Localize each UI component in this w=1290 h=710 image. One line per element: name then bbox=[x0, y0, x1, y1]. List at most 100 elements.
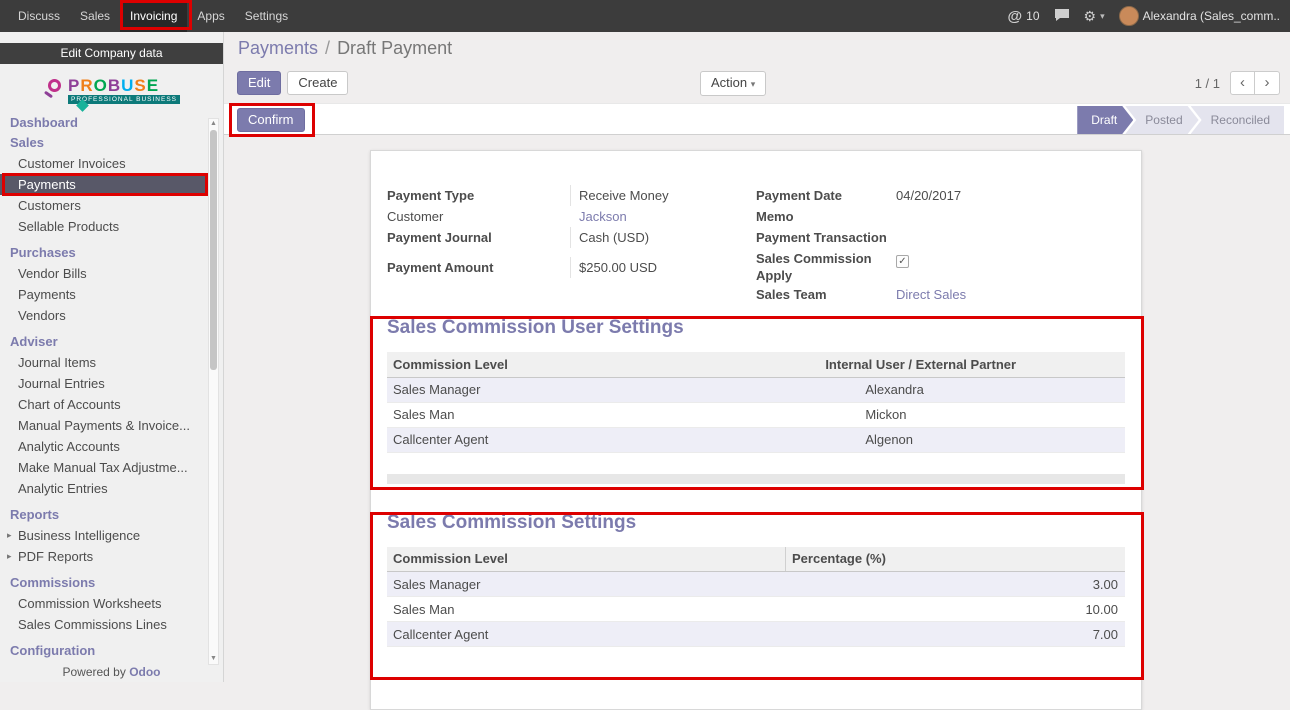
pager: 1 / 1 ‹ › bbox=[1195, 71, 1280, 95]
cell-user: Algenon bbox=[859, 427, 1125, 452]
expand-arrow-icon[interactable]: ▸ bbox=[7, 546, 12, 567]
label-payment-transaction: Payment Transaction bbox=[756, 227, 896, 248]
sidebar-item-vendor-bills[interactable]: Vendor Bills bbox=[0, 263, 210, 284]
commission-settings-row-2[interactable]: Sales Man 10.00 bbox=[387, 597, 1125, 622]
expand-arrow-icon[interactable]: ▸ bbox=[7, 525, 12, 546]
powered-by: Powered by Odoo bbox=[0, 665, 223, 679]
activity-at-icon: @ bbox=[1008, 8, 1023, 25]
odoo-link[interactable]: Odoo bbox=[129, 665, 160, 679]
breadcrumb-payments[interactable]: Payments bbox=[238, 38, 318, 59]
label-memo: Memo bbox=[756, 206, 896, 227]
column-header-commission-level: Commission Level bbox=[387, 547, 786, 572]
scroll-down-icon[interactable]: ▼ bbox=[209, 654, 218, 664]
user-settings-row-2[interactable]: Sales Man Mickon bbox=[387, 402, 1125, 427]
table-footer-strip bbox=[387, 474, 1125, 484]
sidebar-header-purchases: Purchases bbox=[0, 243, 223, 263]
value-payment-journal: Cash (USD) bbox=[570, 227, 756, 248]
sidebar-item-label: PDF Reports bbox=[18, 549, 93, 564]
sidebar-menu: Dashboard Sales Customer Invoices Paymen… bbox=[0, 113, 223, 661]
user-name: Alexandra (Sales_comm.. bbox=[1143, 9, 1280, 23]
cell-percentage: 7.00 bbox=[786, 622, 1125, 647]
control-panel: Edit Create Action ▾ 1 / 1 ‹ › bbox=[224, 65, 1290, 103]
activity-count: 10 bbox=[1026, 9, 1039, 23]
label-payment-journal: Payment Journal bbox=[387, 227, 570, 248]
commission-settings-row-1[interactable]: Sales Manager 3.00 bbox=[387, 572, 1125, 597]
edit-company-data-button[interactable]: Edit Company data bbox=[0, 43, 223, 64]
user-settings-row-3[interactable]: Callcenter Agent Algenon bbox=[387, 427, 1125, 452]
action-dropdown[interactable]: Action ▾ bbox=[700, 71, 766, 96]
cell-percentage: 3.00 bbox=[786, 572, 1125, 597]
label-payment-amount: Payment Amount bbox=[387, 257, 570, 278]
sidebar-item-analytic-accounts[interactable]: Analytic Accounts bbox=[0, 436, 210, 457]
cell-level: Sales Man bbox=[387, 402, 859, 427]
value-sales-team-link[interactable]: Direct Sales bbox=[896, 287, 966, 302]
menu-apps[interactable]: Apps bbox=[187, 0, 234, 32]
main-content: Payments / Draft Payment Edit Create Act… bbox=[224, 32, 1290, 682]
value-payment-amount: $250.00 USD bbox=[570, 257, 756, 278]
sidebar-item-business-intelligence[interactable]: ▸Business Intelligence bbox=[0, 525, 210, 546]
label-customer: Customer bbox=[387, 206, 570, 227]
chevron-down-icon: ▾ bbox=[1100, 11, 1105, 22]
value-customer-link[interactable]: Jackson bbox=[579, 209, 627, 224]
sidebar-header-configuration: Configuration bbox=[0, 641, 223, 661]
column-header-commission-level: Commission Level bbox=[387, 352, 859, 377]
sidebar-header-commissions: Commissions bbox=[0, 573, 223, 593]
sidebar-item-sales-commissions-lines[interactable]: Sales Commissions Lines bbox=[0, 614, 210, 635]
edit-button[interactable]: Edit bbox=[237, 71, 281, 95]
sidebar-item-make-manual-tax-adjustment[interactable]: Make Manual Tax Adjustme... bbox=[0, 457, 210, 478]
status-reconciled[interactable]: Reconciled bbox=[1191, 106, 1284, 134]
menu-discuss[interactable]: Discuss bbox=[8, 0, 70, 32]
pager-previous-button[interactable]: ‹ bbox=[1230, 71, 1255, 95]
user-settings-table: Commission Level Internal User / Externa… bbox=[387, 352, 1125, 453]
commission-settings-row-3[interactable]: Callcenter Agent 7.00 bbox=[387, 622, 1125, 647]
sidebar-item-payments[interactable]: Payments bbox=[0, 174, 210, 195]
sidebar-item-chart-of-accounts[interactable]: Chart of Accounts bbox=[0, 394, 210, 415]
confirm-button[interactable]: Confirm bbox=[237, 108, 305, 132]
sidebar-item-analytic-entries[interactable]: Analytic Entries bbox=[0, 478, 210, 499]
menu-sales[interactable]: Sales bbox=[70, 0, 120, 32]
menu-settings[interactable]: Settings bbox=[235, 0, 298, 32]
sidebar-item-manual-payments-invoice[interactable]: Manual Payments & Invoice... bbox=[0, 415, 210, 436]
scrollbar-thumb[interactable] bbox=[210, 130, 217, 370]
debug-menu-button[interactable]: ⚙ ▾ bbox=[1084, 8, 1105, 25]
sidebar-item-journal-entries[interactable]: Journal Entries bbox=[0, 373, 210, 394]
sidebar-item-journal-items[interactable]: Journal Items bbox=[0, 352, 210, 373]
sidebar-scrollbar[interactable]: ▲ ▼ bbox=[208, 118, 219, 665]
scroll-up-icon[interactable]: ▲ bbox=[209, 119, 218, 129]
user-menu[interactable]: Alexandra (Sales_comm.. bbox=[1119, 6, 1280, 26]
messages-button[interactable] bbox=[1054, 8, 1070, 25]
sidebar-item-commission-worksheets[interactable]: Commission Worksheets bbox=[0, 593, 210, 614]
cell-user: Mickon bbox=[859, 402, 1125, 427]
top-navbar: Discuss Sales Invoicing Apps Settings @ … bbox=[0, 0, 1290, 32]
logo-wordmark: PROBUSE bbox=[68, 76, 159, 95]
commission-settings-title: Sales Commission Settings bbox=[387, 512, 1125, 534]
value-payment-date: 04/20/2017 bbox=[896, 185, 1125, 206]
sales-commission-apply-checkbox[interactable]: ✓ bbox=[896, 255, 909, 268]
user-settings-row-1[interactable]: Sales Manager Alexandra bbox=[387, 377, 1125, 402]
statusbar: Confirm Draft Posted Reconciled bbox=[224, 103, 1290, 135]
company-logo[interactable]: PROBUSE PROFESSIONAL BUSINESS bbox=[0, 64, 223, 113]
menu-invoicing[interactable]: Invoicing bbox=[120, 0, 187, 32]
sidebar-header-adviser: Adviser bbox=[0, 332, 223, 352]
status-posted[interactable]: Posted bbox=[1125, 106, 1198, 134]
activity-button[interactable]: @ 10 bbox=[1008, 8, 1040, 25]
check-icon: ✓ bbox=[898, 256, 906, 267]
action-label: Action bbox=[711, 75, 747, 90]
top-menus: Discuss Sales Invoicing Apps Settings bbox=[0, 0, 298, 32]
sidebar-item-vendor-payments[interactable]: Payments bbox=[0, 284, 210, 305]
sidebar-item-customers[interactable]: Customers bbox=[0, 195, 210, 216]
value-memo bbox=[896, 206, 1125, 227]
sidebar-item-vendors[interactable]: Vendors bbox=[0, 305, 210, 326]
sidebar: Edit Company data PROBUSE PROFESSIONAL B… bbox=[0, 32, 224, 682]
sidebar-item-customer-invoices[interactable]: Customer Invoices bbox=[0, 153, 210, 174]
breadcrumb: Payments / Draft Payment bbox=[224, 32, 1290, 65]
pager-next-button[interactable]: › bbox=[1255, 71, 1280, 95]
column-header-percentage: Percentage (%) bbox=[786, 547, 1125, 572]
cell-level: Callcenter Agent bbox=[387, 622, 786, 647]
create-button[interactable]: Create bbox=[287, 71, 348, 95]
cell-level: Callcenter Agent bbox=[387, 427, 859, 452]
avatar bbox=[1119, 6, 1139, 26]
sidebar-item-sellable-products[interactable]: Sellable Products bbox=[0, 216, 210, 237]
sidebar-item-pdf-reports[interactable]: ▸ PDF Reports bbox=[0, 546, 210, 567]
status-draft[interactable]: Draft bbox=[1077, 106, 1133, 134]
